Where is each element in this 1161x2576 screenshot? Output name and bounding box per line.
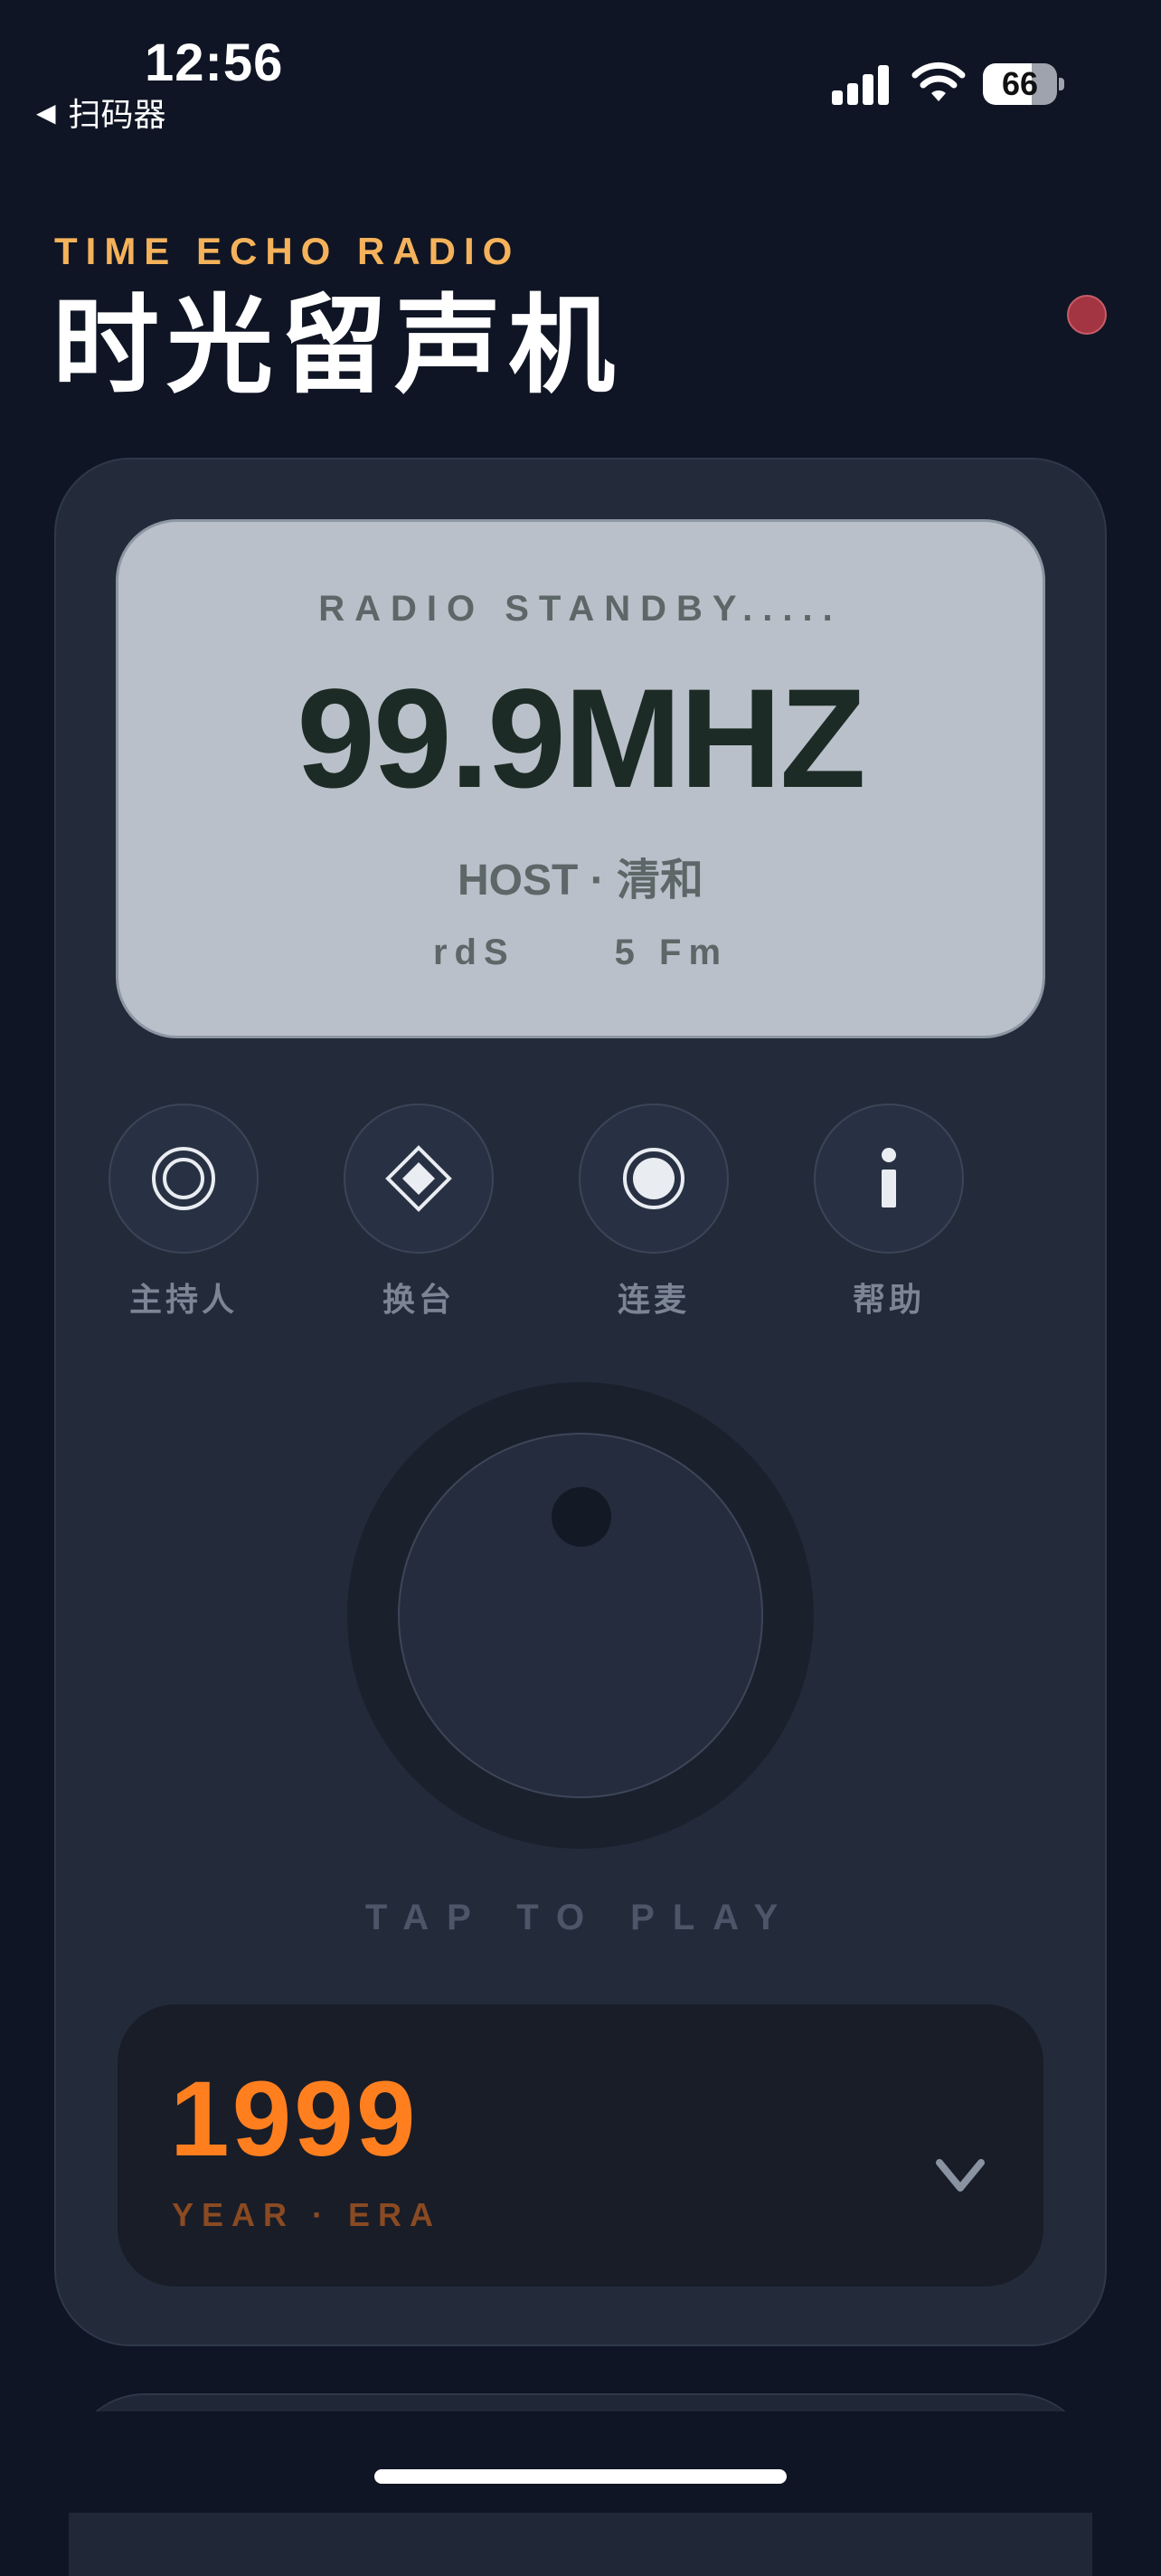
record-icon (623, 1148, 684, 1209)
help-label: 帮助 (852, 1281, 925, 1318)
radio-card: RADIO STANDBY..... 99.9MHZ HOST · 清和 rdS… (54, 458, 1107, 2346)
switch-station-circle[interactable] (344, 1103, 494, 1254)
lcd-display: RADIO STANDBY..... 99.9MHZ HOST · 清和 rdS… (116, 519, 1045, 1038)
host-button-label: 主持人 (128, 1281, 238, 1318)
year-selector[interactable]: 1999 YEAR · ERA (118, 2004, 1043, 2287)
knob-indicator-dot (552, 1487, 611, 1547)
help-circle[interactable] (814, 1103, 964, 1254)
home-indicator[interactable] (374, 2469, 787, 2484)
help-button[interactable]: 帮助 (812, 1103, 966, 1321)
knob-face[interactable] (398, 1433, 763, 1798)
radio-status: RADIO STANDBY..... (318, 589, 843, 629)
tap-to-play-hint: TAP TO PLAY (364, 1898, 797, 1937)
record-indicator-dot[interactable] (1067, 295, 1107, 335)
wifi-icon (911, 62, 966, 101)
band-label: 5 Fm (614, 933, 729, 972)
year-value: 1999 (170, 2060, 419, 2179)
host-name: HOST · 清和 (458, 857, 703, 904)
diamond-icon (385, 1145, 452, 1212)
battery-nub (1059, 78, 1064, 90)
bottom-safe-area (0, 2411, 1161, 2513)
host-button[interactable]: 主持人 (107, 1103, 260, 1321)
year-era-label: YEAR · ERA (172, 2196, 442, 2233)
call-in-circle[interactable] (579, 1103, 729, 1254)
host-ring-icon (152, 1147, 215, 1210)
switch-station-button[interactable]: 换台 (342, 1103, 496, 1321)
page-title: 时光留声机 (52, 287, 623, 406)
chevron-down-icon[interactable] (935, 2158, 986, 2194)
cellular-signal-icon (832, 65, 889, 105)
rds-info: rdS 5 Fm (118, 933, 1043, 973)
tuning-knob[interactable] (347, 1382, 814, 1849)
call-in-label: 连麦 (617, 1281, 690, 1318)
status-time: 12:56 (145, 33, 284, 92)
back-app-label: 扫码器 (68, 96, 166, 133)
call-in-button[interactable]: 连麦 (577, 1103, 731, 1321)
back-triangle-icon: ◀ (36, 98, 56, 127)
rds-label: rdS (432, 933, 515, 972)
battery-percent: 66 (1001, 65, 1039, 102)
frequency-readout: 99.9MHZ (297, 660, 866, 818)
battery-indicator: 66 (983, 63, 1057, 105)
switch-station-label: 换台 (382, 1281, 455, 1318)
back-to-app-link[interactable]: ◀ 扫码器 (36, 89, 166, 136)
host-button-circle[interactable] (109, 1103, 259, 1254)
app-eyebrow: TIME ECHO RADIO (54, 230, 521, 272)
info-icon (882, 1148, 896, 1208)
